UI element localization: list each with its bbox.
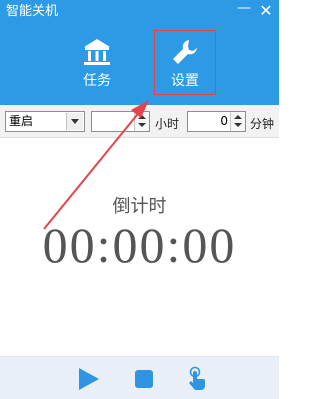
tab-bar: 任务 设置: [0, 25, 279, 105]
pointer-button[interactable]: [184, 366, 210, 392]
minimize-button[interactable]: —: [234, 1, 254, 21]
tab-task-label: 任务: [83, 73, 111, 89]
countdown-label: 倒计时: [112, 196, 167, 217]
action-select-value: 重启: [9, 114, 34, 128]
action-select[interactable]: 重启: [5, 111, 85, 132]
countdown-panel: 倒计时 00:00:00: [0, 138, 279, 356]
hours-unit: 小时: [155, 117, 180, 131]
tab-task[interactable]: 任务: [66, 30, 128, 95]
footer-toolbar: [0, 356, 279, 399]
close-button[interactable]: ✕: [256, 1, 276, 21]
hours-spinner[interactable]: [91, 111, 150, 132]
chevron-down-icon[interactable]: [66, 113, 83, 130]
stop-icon: [135, 370, 153, 388]
bank-icon: [84, 39, 110, 65]
tab-settings[interactable]: 设置: [154, 30, 216, 95]
minutes-spinner[interactable]: 0: [187, 111, 246, 132]
title-bar: 智能关机 — ✕: [0, 0, 279, 25]
minutes-spin-buttons[interactable]: [230, 112, 245, 131]
tab-settings-label: 设置: [171, 73, 199, 89]
play-icon: [79, 368, 99, 390]
countdown-timer: 00:00:00: [42, 217, 237, 273]
stop-button[interactable]: [131, 366, 157, 392]
play-button[interactable]: [75, 366, 101, 392]
hours-spin-buttons[interactable]: [134, 112, 149, 131]
hand-pointer-icon: [189, 366, 205, 390]
minutes-unit: 分钟: [250, 117, 275, 131]
app-title: 智能关机: [6, 4, 59, 19]
minutes-value: 0: [220, 114, 228, 128]
control-bar: 重启 小时 0 分钟: [0, 105, 279, 138]
wrench-icon: [173, 40, 197, 64]
